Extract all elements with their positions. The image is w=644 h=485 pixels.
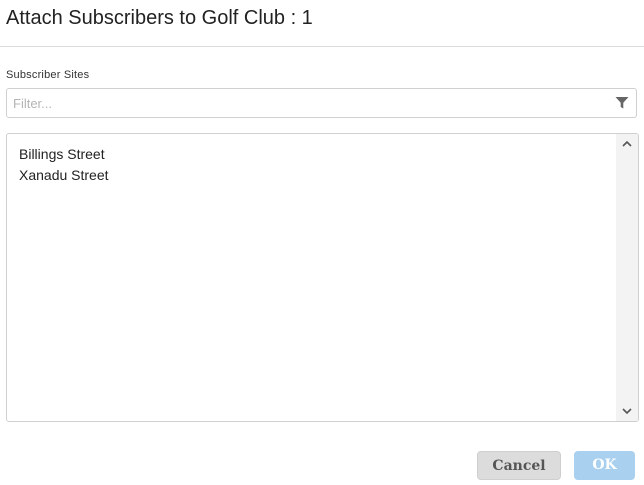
list-item[interactable]: Xanadu Street — [19, 165, 614, 186]
chevron-down-icon[interactable] — [621, 405, 633, 417]
filter-input[interactable] — [13, 93, 603, 113]
attach-subscribers-dialog: Attach Subscribers to Golf Club : 1 Subs… — [0, 0, 644, 485]
ok-button[interactable]: OK — [574, 451, 635, 480]
subscriber-sites-list[interactable]: Billings Street Xanadu Street — [6, 133, 639, 422]
filter-field[interactable] — [6, 88, 637, 118]
filter-funnel-icon[interactable] — [615, 96, 629, 110]
dialog-header: Attach Subscribers to Golf Club : 1 — [0, 0, 644, 47]
subscriber-sites-label: Subscriber Sites — [6, 69, 90, 81]
cancel-button[interactable]: Cancel — [477, 451, 561, 480]
chevron-up-icon[interactable] — [621, 138, 633, 150]
list-item[interactable]: Billings Street — [19, 144, 614, 165]
dialog-title: Attach Subscribers to Golf Club : 1 — [6, 7, 313, 29]
list-items: Billings Street Xanadu Street — [19, 144, 614, 186]
vertical-scrollbar[interactable] — [616, 134, 638, 421]
